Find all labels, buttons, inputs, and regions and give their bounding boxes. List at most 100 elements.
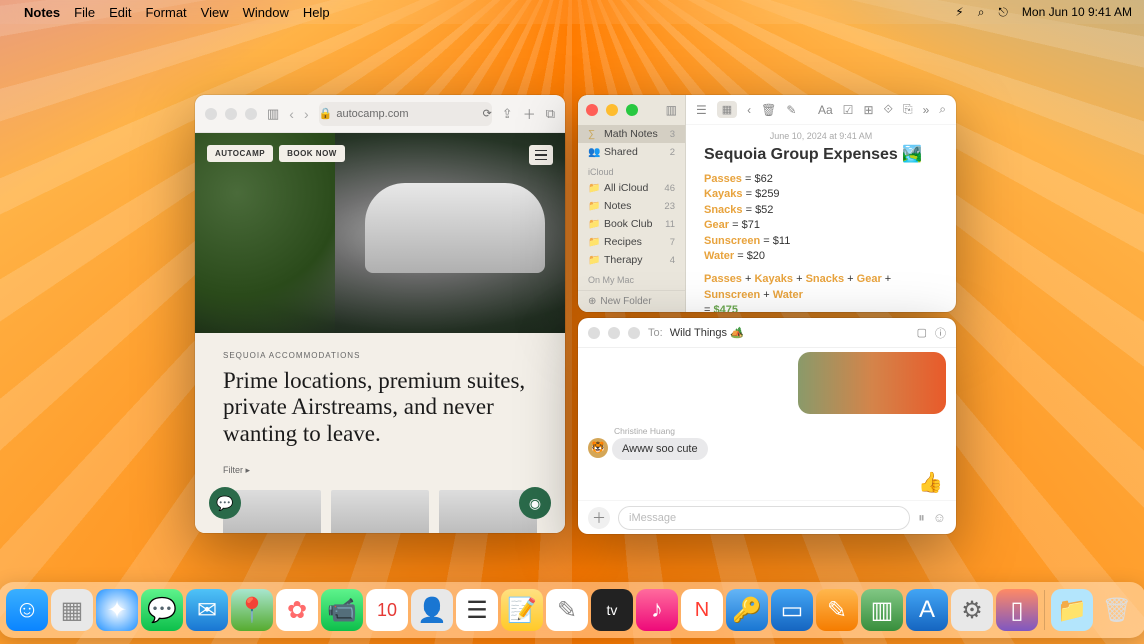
- reload-icon[interactable]: ⟳: [483, 107, 492, 120]
- apps-button[interactable]: ＋: [588, 507, 610, 529]
- note-body[interactable]: June 10, 2024 at 9:41 AM Sequoia Group E…: [686, 125, 956, 312]
- dock-music[interactable]: ♪: [636, 589, 678, 631]
- media-icon[interactable]: ⟐: [884, 102, 893, 117]
- dock-messages[interactable]: 💬: [141, 589, 183, 631]
- dock-launchpad[interactable]: ▦: [51, 589, 93, 631]
- dock-facetime[interactable]: 📹: [321, 589, 363, 631]
- fullscreen-button[interactable]: [245, 108, 257, 120]
- dock-maps[interactable]: 📍: [231, 589, 273, 631]
- minimize-button[interactable]: [608, 327, 620, 339]
- folder-notes[interactable]: 📁Notes23: [578, 197, 685, 215]
- new-folder-button[interactable]: ⊕ New Folder: [578, 290, 685, 312]
- sidebar-view-icon[interactable]: ▥: [666, 103, 677, 117]
- dock-mail[interactable]: ✉: [186, 589, 228, 631]
- messages-thread[interactable]: Christine Huang🐯Awww soo cute👍Is anyone …: [578, 348, 956, 500]
- dock-trash[interactable]: 🗑: [1096, 589, 1138, 631]
- dock-calendar[interactable]: 10: [366, 589, 408, 631]
- checklist-icon[interactable]: ☑: [843, 103, 854, 117]
- menu-format[interactable]: Format: [145, 5, 186, 20]
- sidebar-icon[interactable]: ▥: [267, 106, 279, 122]
- share-icon[interactable]: ⇪: [502, 106, 513, 122]
- address-bar[interactable]: 🔒 autocamp.com ⟳: [319, 102, 492, 126]
- back-button[interactable]: ‹: [289, 106, 294, 122]
- dictate-icon[interactable]: ⏸: [918, 510, 925, 526]
- menu-help[interactable]: Help: [303, 5, 330, 20]
- dock-numbers[interactable]: ▥: [861, 589, 903, 631]
- dock-contacts[interactable]: 👤: [411, 589, 453, 631]
- dock-tv[interactable]: tv: [591, 589, 633, 631]
- dock-keynote[interactable]: ▭: [771, 589, 813, 631]
- menu-window[interactable]: Window: [243, 5, 289, 20]
- folder-shared[interactable]: 👥Shared2: [578, 143, 685, 161]
- link-icon[interactable]: ⎘: [903, 102, 913, 117]
- hero-badges: AUTOCAMP BOOK NOW: [207, 145, 345, 162]
- dock-notes[interactable]: 📝: [501, 589, 543, 631]
- shared-photo[interactable]: [798, 352, 946, 414]
- dock-finder[interactable]: ☺: [6, 589, 48, 631]
- search-icon[interactable]: ⌕: [978, 5, 985, 20]
- dock-safari[interactable]: ✦: [96, 589, 138, 631]
- thumb-2[interactable]: [331, 490, 429, 533]
- folder-therapy[interactable]: 📁Therapy4: [578, 251, 685, 269]
- menu-view[interactable]: View: [201, 5, 229, 20]
- gallery-view-icon[interactable]: ▦: [717, 101, 737, 118]
- menu-file[interactable]: File: [74, 5, 95, 20]
- folder-all-icloud[interactable]: 📁All iCloud46: [578, 179, 685, 197]
- dock-freeform[interactable]: ✎: [546, 589, 588, 631]
- compose-icon[interactable]: ✎: [786, 103, 796, 117]
- delete-icon[interactable]: 🗑: [761, 103, 776, 117]
- dock-iphone[interactable]: ▯: [996, 589, 1038, 631]
- fullscreen-button[interactable]: [626, 104, 638, 116]
- folder-math-notes[interactable]: ∑Math Notes3: [578, 125, 685, 143]
- minimize-button[interactable]: [606, 104, 618, 116]
- dock-photos[interactable]: ✿: [276, 589, 318, 631]
- folder-book-club[interactable]: 📁Book Club11: [578, 215, 685, 233]
- folder-name: Notes: [604, 200, 659, 212]
- emoji-icon[interactable]: ☺: [933, 510, 946, 525]
- to-field[interactable]: To: Wild Things 🏕️: [648, 326, 909, 339]
- to-value: Wild Things 🏕️: [670, 327, 744, 339]
- dock-downloads[interactable]: 📁: [1051, 589, 1093, 631]
- chat-fab[interactable]: 💬: [209, 487, 241, 519]
- wifi-icon[interactable]: ⚡︎: [955, 5, 963, 19]
- dock-reminders[interactable]: ☰: [456, 589, 498, 631]
- control-center-icon[interactable]: ⎋: [998, 5, 1008, 20]
- message-input[interactable]: iMessage: [618, 506, 910, 530]
- messages-window: To: Wild Things 🏕️ ▢ ⓘ Christine Huang🐯A…: [578, 318, 956, 534]
- more-icon[interactable]: »: [923, 103, 930, 117]
- message-bubble[interactable]: Awww soo cute: [612, 438, 708, 460]
- book-now-button[interactable]: BOOK NOW: [279, 145, 345, 162]
- dock-appstore[interactable]: A: [906, 589, 948, 631]
- accessibility-fab[interactable]: ◉: [519, 487, 551, 519]
- menu-edit[interactable]: Edit: [109, 5, 131, 20]
- fullscreen-button[interactable]: [628, 327, 640, 339]
- dock-news[interactable]: N: [681, 589, 723, 631]
- close-button[interactable]: [588, 327, 600, 339]
- back-icon[interactable]: ‹: [747, 103, 751, 117]
- forward-button[interactable]: ›: [304, 106, 309, 122]
- logo-badge[interactable]: AUTOCAMP: [207, 145, 273, 162]
- dock-pages[interactable]: ✎: [816, 589, 858, 631]
- search-icon[interactable]: ⌕: [939, 102, 946, 117]
- safari-toolbar: ▥ ‹ › 🔒 autocamp.com ⟳ ⇪ ＋ ⧉: [195, 95, 565, 133]
- folder-recipes[interactable]: 📁Recipes7: [578, 233, 685, 251]
- tabs-icon[interactable]: ⧉: [546, 106, 555, 122]
- clock[interactable]: Mon Jun 10 9:41 AM: [1022, 5, 1132, 19]
- avatar[interactable]: 🐯: [588, 438, 608, 458]
- minimize-button[interactable]: [225, 108, 237, 120]
- app-menu[interactable]: Notes: [24, 5, 60, 20]
- table-icon[interactable]: ⊞: [863, 103, 873, 117]
- list-view-icon[interactable]: ☰: [696, 103, 707, 117]
- tapback-sticker[interactable]: 👍: [918, 470, 946, 498]
- close-button[interactable]: [586, 104, 598, 116]
- format-icon[interactable]: Aa: [818, 103, 833, 117]
- folder-count: 7: [670, 237, 675, 248]
- hamburger-menu[interactable]: [529, 145, 553, 165]
- facetime-icon[interactable]: ▢: [917, 326, 927, 339]
- new-tab-icon[interactable]: ＋: [523, 104, 536, 123]
- dock-passwords[interactable]: 🔑: [726, 589, 768, 631]
- info-icon[interactable]: ⓘ: [935, 325, 946, 341]
- dock-settings[interactable]: ⚙: [951, 589, 993, 631]
- close-button[interactable]: [205, 108, 217, 120]
- filter-link[interactable]: Filter ▸: [223, 465, 537, 476]
